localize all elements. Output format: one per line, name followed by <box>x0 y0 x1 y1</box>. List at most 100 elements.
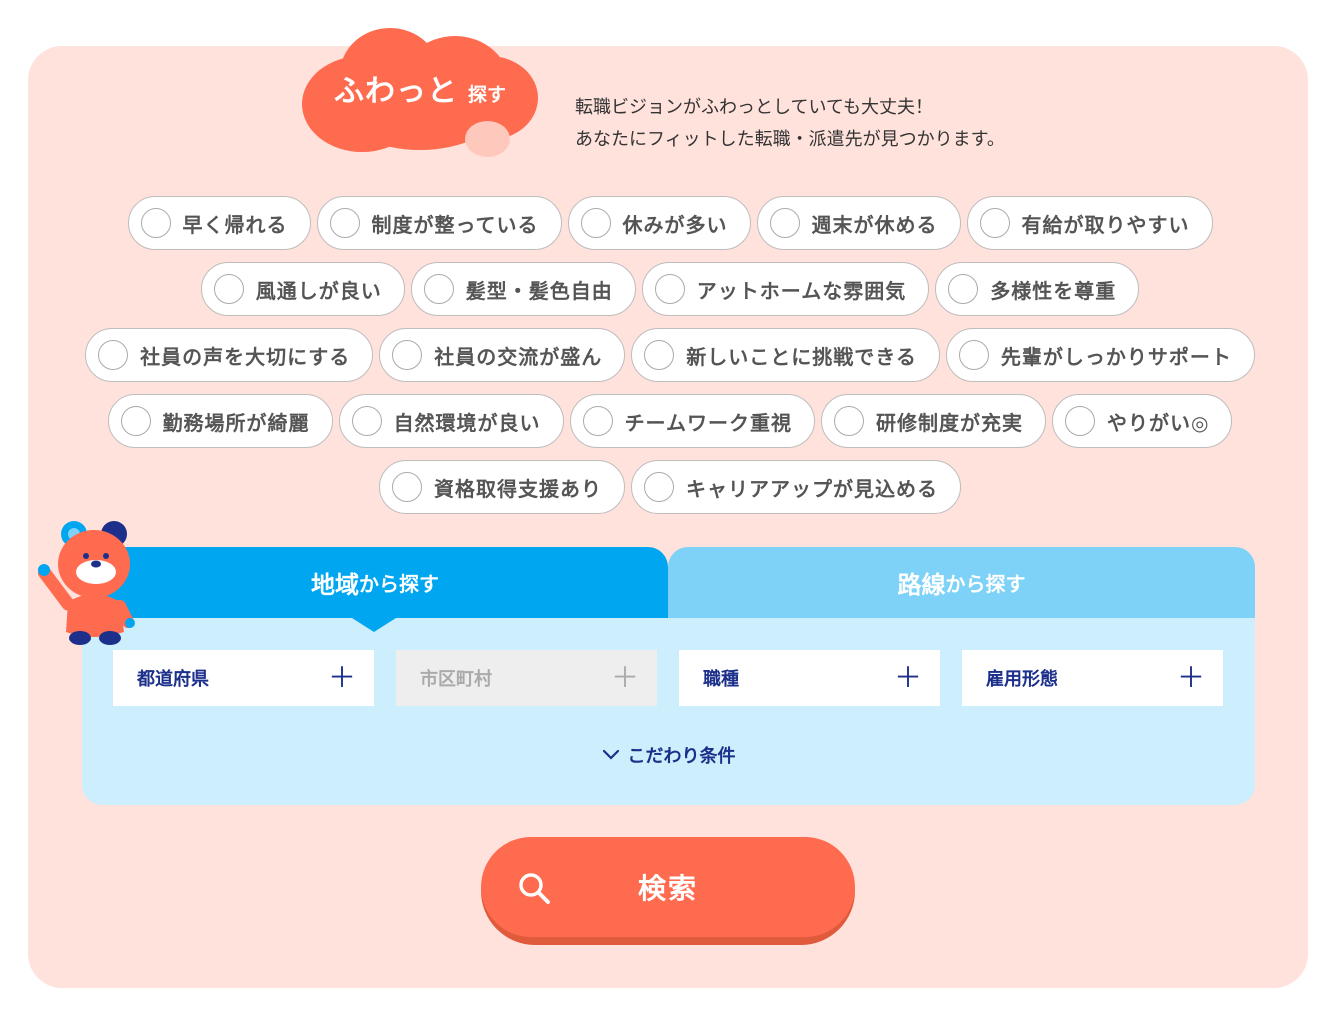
more-conditions-toggle[interactable]: こだわり条件 <box>82 742 1255 768</box>
section-title: ふわっと 探す <box>334 66 506 110</box>
chip-teamwork[interactable]: チームワーク重視 <box>569 394 815 448</box>
chip-label: 社員の声を大切にする <box>140 344 351 369</box>
chip-row: 社員の声を大切にする 社員の交流が盛ん 新しいことに挑戦できる 先輩がしっかりサ… <box>0 328 1340 382</box>
chip-qualification-support[interactable]: 資格取得支援あり <box>379 460 625 514</box>
plus-icon: ＋ <box>610 661 639 694</box>
chip-nature[interactable]: 自然環境が良い <box>338 394 564 448</box>
chip-label: 有給が取りやすい <box>1021 212 1190 237</box>
plus-icon: ＋ <box>893 661 922 694</box>
plus-icon: ＋ <box>1176 661 1205 694</box>
chip-label: 週末が休める <box>811 212 938 237</box>
radio-icon <box>140 208 171 238</box>
radio-icon <box>98 340 129 370</box>
chip-new-challenges[interactable]: 新しいことに挑戦できる <box>631 328 940 382</box>
tab-line-suffix: から探す <box>945 572 1026 596</box>
chip-clean-workplace[interactable]: 勤務場所が綺麗 <box>107 394 333 448</box>
chip-label: チームワーク重視 <box>624 410 792 435</box>
area-search-box: 地域 から探す 路線 から探す 都道府県 ＋ 市区町村 ＋ 職種 ＋ 雇用形態 ＋ … <box>82 547 1255 805</box>
chip-open-culture[interactable]: 風通しが良い <box>200 262 405 316</box>
city-label: 市区町村 <box>420 669 492 690</box>
radio-icon <box>769 208 800 238</box>
chip-career-up[interactable]: キャリアアップが見込める <box>631 460 961 514</box>
tab-area-suffix: から探す <box>359 572 439 596</box>
search-icon <box>519 873 550 904</box>
chip-row: 資格取得支援あり キャリアアップが見込める <box>0 460 1340 514</box>
search-button[interactable]: 検索 <box>481 837 855 945</box>
chip-hair-free[interactable]: 髪型・髪色自由 <box>410 262 636 316</box>
chip-row: 勤務場所が綺麗 自然環境が良い チームワーク重視 研修制度が充実 やりがい◎ <box>0 394 1340 448</box>
section-title-sub: 探す <box>468 84 507 106</box>
intro-line-2: あなたにフィットした転職・派遣先が見つかります。 <box>575 129 1005 150</box>
tab-area-label: 地域 <box>311 571 359 599</box>
prefecture-label: 都道府県 <box>137 669 209 690</box>
chip-senior-support[interactable]: 先輩がしっかりサポート <box>945 328 1255 382</box>
search-filters: 都道府県 ＋ 市区町村 ＋ 職種 ＋ 雇用形態 ＋ こだわり条件 <box>82 618 1255 805</box>
chip-row: 風通しが良い 髪型・髪色自由 アットホームな雰囲気 多様性を尊重 <box>0 262 1340 316</box>
chip-homey[interactable]: アットホームな雰囲気 <box>641 262 930 316</box>
chip-good-system[interactable]: 制度が整っている <box>316 196 562 250</box>
radio-icon <box>644 472 674 502</box>
radio-icon <box>1064 406 1095 436</box>
radio-icon <box>958 340 989 370</box>
radio-icon <box>582 406 613 436</box>
chip-label: 休みが多い <box>622 212 728 237</box>
chip-training[interactable]: 研修制度が充実 <box>820 394 1046 448</box>
radio-icon <box>120 406 151 436</box>
active-tab-pointer <box>352 618 396 632</box>
chip-label: 先輩がしっかりサポート <box>1000 344 1232 369</box>
chip-diversity[interactable]: 多様性を尊重 <box>935 262 1140 316</box>
intro-line-1: 転職ビジョンがふわっとしていても大丈夫！ <box>575 97 934 118</box>
chip-label: アットホームな雰囲気 <box>696 278 907 303</box>
section-title-main: ふわっと <box>334 74 458 109</box>
chip-label: 社員の交流が盛ん <box>434 344 603 369</box>
chip-label: キャリアアップが見込める <box>686 476 938 501</box>
chip-employee-exchange[interactable]: 社員の交流が盛ん <box>379 328 626 382</box>
chip-label: 研修制度が充実 <box>875 410 1023 435</box>
chip-paid-leave[interactable]: 有給が取りやすい <box>966 196 1213 250</box>
chip-employee-voice[interactable]: 社員の声を大切にする <box>85 328 374 382</box>
chip-label: 新しいことに挑戦できる <box>686 344 917 369</box>
radio-icon <box>392 340 423 370</box>
city-select[interactable]: 市区町村 ＋ <box>396 650 657 706</box>
chip-many-holidays[interactable]: 休みが多い <box>567 196 751 250</box>
radio-icon <box>329 208 360 238</box>
bear-mascot-icon <box>38 521 135 645</box>
chip-label: 早く帰れる <box>182 212 288 237</box>
chip-early-leave[interactable]: 早く帰れる <box>127 196 311 250</box>
radio-icon <box>392 472 422 502</box>
chip-weekend-off[interactable]: 週末が休める <box>756 196 961 250</box>
radio-icon <box>948 274 979 304</box>
employment-type-select[interactable]: 雇用形態 ＋ <box>962 650 1223 706</box>
employment-type-label: 雇用形態 <box>986 669 1058 690</box>
chip-label: 多様性を尊重 <box>990 278 1117 303</box>
tab-line-label: 路線 <box>897 571 946 599</box>
chevron-down-icon <box>602 749 619 760</box>
chip-label: 資格取得支援あり <box>434 476 602 501</box>
chip-label: 風通しが良い <box>255 278 382 303</box>
job-type-label: 職種 <box>703 669 739 690</box>
prefecture-select[interactable]: 都道府県 ＋ <box>113 650 374 706</box>
radio-icon <box>423 274 454 304</box>
radio-icon <box>351 406 382 436</box>
chip-label: 制度が整っている <box>371 212 539 237</box>
tab-line-search[interactable]: 路線 から探す <box>668 547 1255 618</box>
search-button-label: 検索 <box>637 872 698 905</box>
radio-icon <box>979 208 1010 238</box>
feature-chips: 早く帰れる 制度が整っている 休みが多い 週末が休める 有給が取りやすい 風通し… <box>0 196 1340 526</box>
radio-icon <box>833 406 864 436</box>
chip-label: 勤務場所が綺麗 <box>162 410 310 435</box>
intro-text: 転職ビジョンがふわっとしていても大丈夫！ あなたにフィットした転職・派遣先が見つ… <box>575 92 1005 156</box>
chip-label: 髪型・髪色自由 <box>465 278 613 303</box>
tab-area-search[interactable]: 地域 から探す <box>82 547 668 618</box>
job-type-select[interactable]: 職種 ＋ <box>679 650 940 706</box>
chip-label: やりがい◎ <box>1106 410 1210 435</box>
chip-row: 早く帰れる 制度が整っている 休みが多い 週末が休める 有給が取りやすい <box>0 196 1340 250</box>
plus-icon: ＋ <box>327 661 356 694</box>
chip-rewarding[interactable]: やりがい◎ <box>1051 394 1233 448</box>
radio-icon <box>654 274 685 304</box>
radio-icon <box>213 274 244 304</box>
radio-icon <box>644 340 675 370</box>
chip-label: 自然環境が良い <box>393 410 541 435</box>
radio-icon <box>580 208 611 238</box>
more-conditions-label: こだわり条件 <box>627 746 736 767</box>
